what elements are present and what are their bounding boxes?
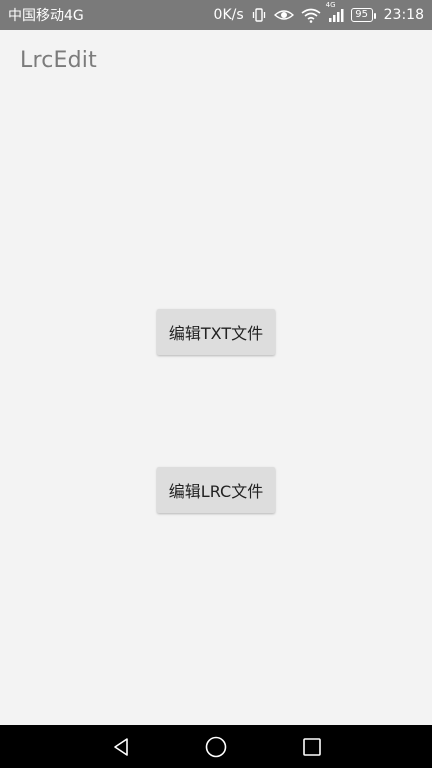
recent-apps-button[interactable] bbox=[282, 725, 342, 768]
app-screen: 中国移动4G 0K/s 4G 95 23:18 LrcEdit 编辑TXT文件 … bbox=[0, 0, 432, 768]
back-icon bbox=[114, 737, 128, 756]
status-bar-right: 0K/s 4G 95 23:18 bbox=[213, 1, 424, 23]
home-icon bbox=[205, 736, 227, 757]
status-bar-left: 中国移动4G bbox=[8, 5, 84, 25]
carrier-label: 中国移动4G bbox=[8, 8, 84, 24]
edit-lrc-button[interactable]: 编辑LRC文件 bbox=[157, 467, 275, 513]
edit-txt-button[interactable]: 编辑TXT文件 bbox=[157, 309, 275, 355]
home-button[interactable] bbox=[186, 725, 246, 768]
navigation-bar bbox=[0, 725, 432, 768]
recent-apps-icon bbox=[303, 737, 321, 756]
signal-icon: 4G bbox=[326, 1, 344, 22]
battery-level: 95 bbox=[355, 9, 368, 20]
battery-icon: 95 bbox=[350, 8, 376, 22]
app-title: LrcEdit bbox=[20, 48, 97, 73]
vibrate-icon bbox=[251, 8, 267, 22]
network-speed: 0K/s bbox=[213, 7, 244, 23]
eye-icon bbox=[273, 8, 294, 22]
back-button[interactable] bbox=[91, 725, 151, 768]
clock: 23:18 bbox=[383, 7, 424, 23]
wifi-icon bbox=[301, 8, 321, 23]
status-bar: 中国移动4G 0K/s 4G 95 23:18 bbox=[0, 0, 432, 30]
network-type-label: 4G bbox=[325, 1, 336, 9]
